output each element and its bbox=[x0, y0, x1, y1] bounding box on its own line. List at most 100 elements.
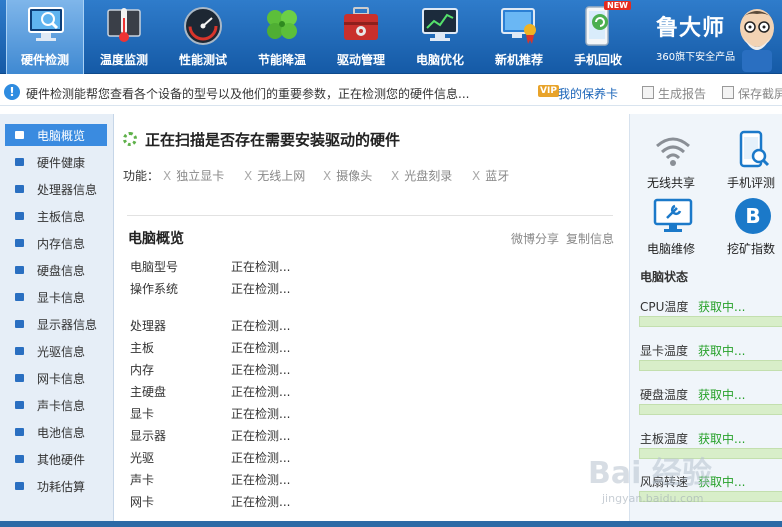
sidebar-item-optical[interactable]: 光驱信息 bbox=[5, 340, 107, 362]
sidebar-bullet-icon bbox=[15, 401, 24, 409]
cross-icon: X bbox=[163, 169, 172, 183]
bitcoin-icon: B bbox=[735, 198, 771, 234]
sidebar-item-overview[interactable]: 电脑概览 bbox=[5, 124, 107, 146]
wifi-share-button[interactable]: 无线共享 bbox=[631, 130, 711, 194]
tool-label: 电脑维修 bbox=[646, 242, 695, 256]
watermark-text: Bai 经验 bbox=[588, 456, 712, 491]
info-row-value: 正在检测... bbox=[231, 282, 291, 296]
speedometer-icon bbox=[184, 7, 222, 45]
sidebar-item-label: 其他硬件 bbox=[37, 453, 86, 467]
sidebar-item-battery[interactable]: 电池信息 bbox=[5, 421, 107, 443]
phone-test-button[interactable]: 手机评测 bbox=[711, 130, 782, 194]
screenshot-icon bbox=[722, 86, 734, 99]
info-row-value: 正在检测... bbox=[231, 407, 291, 421]
toolbar-tab-label: 新机推荐 bbox=[494, 53, 543, 67]
sidebar-item-display[interactable]: 显示器信息 bbox=[5, 313, 107, 335]
weibo-share-link[interactable]: 微博分享 bbox=[511, 230, 559, 247]
stat-label: CPU温度 bbox=[640, 300, 689, 314]
phone-recycle-icon bbox=[585, 6, 609, 46]
clover-icon bbox=[267, 10, 297, 39]
toolbox-icon bbox=[344, 7, 378, 40]
toolbar-tab-energy[interactable]: 节能降温 bbox=[243, 0, 321, 74]
sidebar-bullet-icon bbox=[15, 131, 24, 139]
stat-bar bbox=[639, 316, 782, 327]
info-row-value: 正在检测... bbox=[231, 451, 291, 465]
stat-value: 获取中... bbox=[698, 344, 746, 358]
sidebar-item-label: 网卡信息 bbox=[37, 372, 86, 386]
sidebar-item-memory[interactable]: 内存信息 bbox=[5, 232, 107, 254]
info-row-value: 正在检测... bbox=[231, 319, 291, 333]
info-row-value: 正在检测... bbox=[231, 495, 291, 509]
sidebar-item-label: 功耗估算 bbox=[37, 480, 86, 494]
sidebar-bullet-icon bbox=[15, 455, 24, 463]
stat-bar bbox=[639, 360, 782, 371]
sidebar-item-other[interactable]: 其他硬件 bbox=[5, 448, 107, 470]
toolbar-tab-label: 电脑优化 bbox=[415, 53, 464, 67]
tool-label: 手机评测 bbox=[726, 176, 775, 190]
sidebar-item-network[interactable]: 网卡信息 bbox=[5, 367, 107, 389]
sidebar-item-label: 内存信息 bbox=[37, 237, 86, 251]
vip-badge: VIP bbox=[538, 85, 559, 97]
sidebar-bullet-icon bbox=[15, 374, 24, 382]
generate-report-button[interactable]: 生成报告 bbox=[658, 85, 706, 102]
function-label: 光盘刻录 bbox=[404, 169, 453, 183]
toolbar-tab-optimize[interactable]: 电脑优化 bbox=[401, 0, 479, 74]
function-item: X 蓝牙 bbox=[472, 167, 509, 184]
main-content: 正在扫描是否存在需要安装驱动的硬件 功能： X 独立显卡 X 无线上网 X 摄像头 X… bbox=[115, 114, 629, 527]
monitor-chart-icon bbox=[422, 8, 458, 41]
sidebar-bullet-icon bbox=[15, 212, 24, 220]
info-row-label: 显卡 bbox=[130, 407, 155, 421]
wifi-icon bbox=[656, 137, 690, 166]
mining-index-button[interactable]: B 挖矿指数 bbox=[711, 196, 782, 260]
sidebar-item-sound[interactable]: 声卡信息 bbox=[5, 394, 107, 416]
pc-repair-button[interactable]: 电脑维修 bbox=[631, 196, 711, 260]
stat-value: 获取中... bbox=[698, 300, 746, 314]
function-item: X 光盘刻录 bbox=[391, 167, 452, 184]
toolbar-tab-phone-recycle[interactable]: NEW 手机回收 bbox=[559, 0, 637, 74]
ludashi-mascot-icon bbox=[740, 9, 774, 72]
info-row-label: 内存 bbox=[130, 363, 155, 377]
function-item: X 摄像头 bbox=[323, 167, 372, 184]
info-row-label: 操作系统 bbox=[130, 282, 179, 296]
phone-scan-icon bbox=[739, 130, 770, 168]
stat-value: 获取中... bbox=[698, 432, 746, 446]
baidu-jingyan-watermark: Bai 经验 jingyan.baidu.com bbox=[584, 448, 782, 520]
stat-label: 主板温度 bbox=[640, 432, 689, 446]
toolbar-tab-new-pc[interactable]: 新机推荐 bbox=[480, 0, 558, 74]
toolbar-tab-label: 手机回收 bbox=[573, 53, 622, 67]
stat-value: 获取中... bbox=[698, 388, 746, 402]
pc-status-title: 电脑状态 bbox=[640, 270, 689, 284]
monitor-magnifier-icon bbox=[28, 7, 64, 41]
watermark-url: jingyan.baidu.com bbox=[602, 492, 704, 505]
sidebar-bullet-icon bbox=[15, 428, 24, 436]
sidebar-item-cpu[interactable]: 处理器信息 bbox=[5, 178, 107, 200]
cross-icon: X bbox=[391, 169, 400, 183]
sidebar-item-disk[interactable]: 硬盘信息 bbox=[5, 259, 107, 281]
toolbar-tab-driver[interactable]: 驱动管理 bbox=[322, 0, 400, 74]
function-label: 摄像头 bbox=[336, 169, 373, 183]
section-divider bbox=[127, 215, 613, 216]
toolbar-tab-label: 硬件检测 bbox=[20, 53, 69, 67]
sidebar-item-health[interactable]: 硬件健康 bbox=[5, 151, 107, 173]
info-row-value: 正在检测... bbox=[231, 260, 291, 274]
sidebar-item-label: 显示器信息 bbox=[37, 318, 98, 332]
functions-label: 功能： bbox=[123, 169, 160, 183]
toolbar-tab-label: 节能降温 bbox=[257, 53, 306, 67]
toolbar-tab-performance[interactable]: 性能测试 bbox=[164, 0, 242, 74]
sidebar-item-label: 电池信息 bbox=[37, 426, 86, 440]
sidebar-bullet-icon bbox=[15, 482, 24, 490]
sidebar-item-label: 硬件健康 bbox=[37, 156, 86, 170]
sidebar-item-power[interactable]: 功耗估算 bbox=[5, 475, 107, 497]
info-row-label: 处理器 bbox=[130, 319, 167, 333]
copy-info-link[interactable]: 复制信息 bbox=[566, 230, 614, 247]
toolbar-tab-hardware-check[interactable]: 硬件检测 bbox=[6, 0, 84, 74]
toolbar-tab-temperature[interactable]: 温度监测 bbox=[85, 0, 163, 74]
save-screenshot-button[interactable]: 保存截屏 bbox=[738, 85, 782, 102]
info-message: 硬件检测能帮您查看各个设备的型号以及他们的重要参数，正在检测您的硬件信息... bbox=[26, 87, 470, 101]
sidebar-item-gpu[interactable]: 显卡信息 bbox=[5, 286, 107, 308]
function-label: 无线上网 bbox=[257, 169, 306, 183]
maintenance-card-link[interactable]: 我的保养卡 bbox=[558, 85, 618, 102]
tool-label: 挖矿指数 bbox=[726, 242, 775, 256]
sidebar-item-motherboard[interactable]: 主板信息 bbox=[5, 205, 107, 227]
sidebar-item-label: 光驱信息 bbox=[37, 345, 86, 359]
